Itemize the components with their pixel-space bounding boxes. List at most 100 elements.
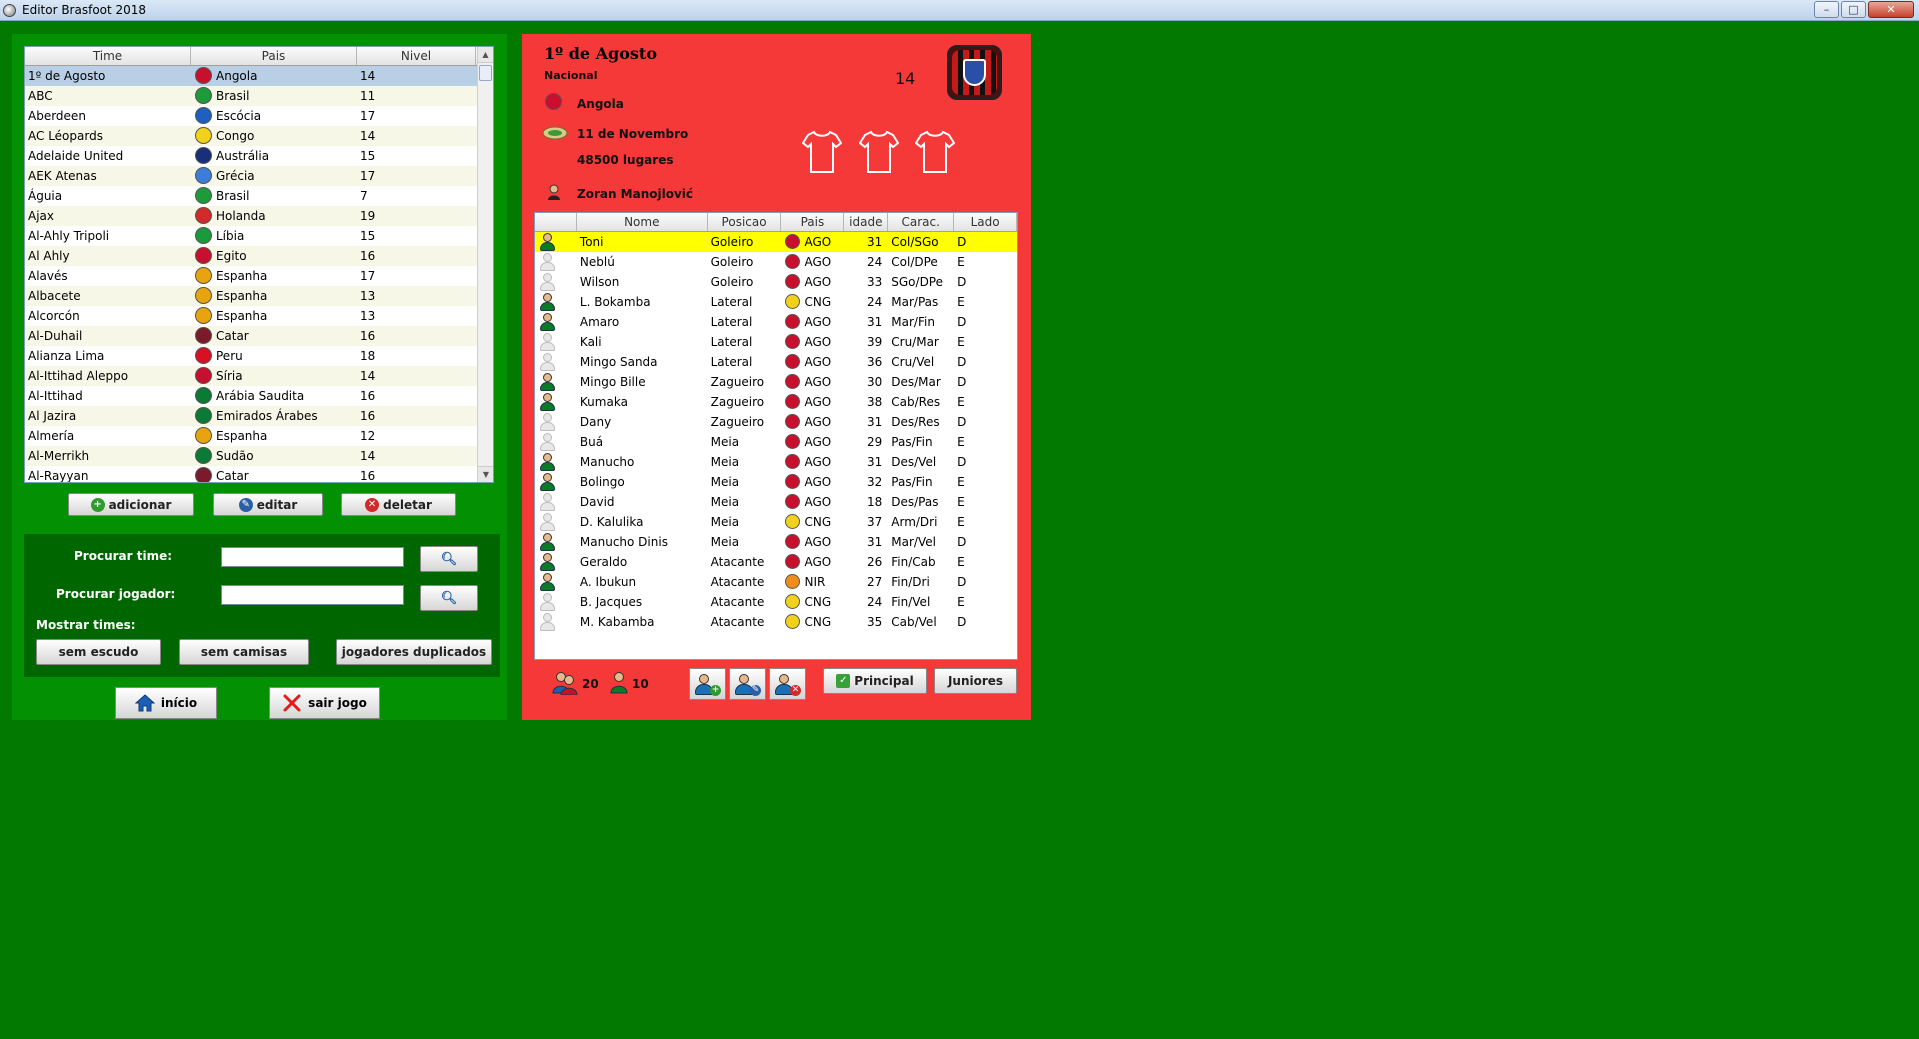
delete-player-button[interactable]: ✕ [769,668,806,700]
table-row[interactable]: Alianza Lima Peru 18 [25,346,493,366]
table-row[interactable]: Toni Goleiro AGO 31 Col/SGo D [535,232,1017,252]
reserve-player-icon[interactable] [535,412,577,432]
table-row[interactable]: Al-Ittihad Aleppo Síria 14 [25,366,493,386]
table-row[interactable]: Adelaide United Austrália 15 [25,146,493,166]
table-row[interactable]: AC Léopards Congo 14 [25,126,493,146]
column-header-nivel[interactable]: Nivel [357,47,476,65]
reserve-player-icon[interactable] [535,512,577,532]
table-row[interactable]: Wilson Goleiro AGO 33 SGo/DPe D [535,272,1017,292]
column-header-time[interactable]: Time [25,47,191,65]
tab-principal[interactable]: ✓ Principal [823,668,927,694]
players-table[interactable]: Nome Posicao Pais idade Carac. Lado Toni… [534,212,1018,660]
table-row[interactable]: Alcorcón Espanha 13 [25,306,493,326]
table-row[interactable]: Buá Meia AGO 29 Pas/Fin E [535,432,1017,452]
reserve-player-icon[interactable] [535,432,577,452]
reserve-player-icon[interactable] [535,592,577,612]
tab-juniores[interactable]: Juniores [934,668,1017,694]
minimize-button[interactable]: – [1814,1,1839,18]
close-button[interactable]: ✕ [1868,1,1914,18]
table-row[interactable]: Alavés Espanha 17 [25,266,493,286]
table-row[interactable]: Albacete Espanha 13 [25,286,493,306]
table-row[interactable]: Aberdeen Escócia 17 [25,106,493,126]
table-row[interactable]: Mingo Bille Zagueiro AGO 30 Des/Mar D [535,372,1017,392]
table-row[interactable]: B. Jacques Atacante CNG 24 Fin/Vel E [535,592,1017,612]
starter-player-icon[interactable] [535,452,577,472]
table-row[interactable]: 1º de Agosto Angola 14 [25,66,493,86]
search-team-input[interactable] [221,547,404,567]
home-button[interactable]: início [115,687,217,719]
column-header-carac[interactable]: Carac. [888,213,955,231]
reserve-player-icon[interactable] [535,272,577,292]
starter-player-icon[interactable] [535,472,577,492]
duplicate-players-button[interactable]: jogadores duplicados [336,639,492,665]
search-player-button[interactable]: 🔍︎ [420,585,478,611]
starter-player-icon[interactable] [535,572,577,592]
starter-player-icon[interactable] [535,392,577,412]
table-row[interactable]: AEK Atenas Grécia 17 [25,166,493,186]
column-header-lado[interactable]: Lado [954,213,1017,231]
search-player-input[interactable] [221,585,404,605]
table-row[interactable]: L. Bokamba Lateral CNG 24 Mar/Pas E [535,292,1017,312]
table-row[interactable]: David Meia AGO 18 Des/Pas E [535,492,1017,512]
table-row[interactable]: Almería Espanha 12 [25,426,493,446]
column-header-idade[interactable]: idade [844,213,889,231]
reserve-player-icon[interactable] [535,332,577,352]
starter-player-icon[interactable] [535,532,577,552]
delete-team-button[interactable]: ✕ deletar [341,493,456,516]
add-team-button[interactable]: + adicionar [68,493,194,516]
table-row[interactable]: Al Jazira Emirados Árabes 16 [25,406,493,426]
table-row[interactable]: Dany Zagueiro AGO 31 Des/Res D [535,412,1017,432]
starter-player-icon[interactable] [535,312,577,332]
column-header-pais[interactable]: Pais [191,47,357,65]
add-player-button[interactable]: + [689,668,726,700]
table-row[interactable]: Mingo Sanda Lateral AGO 36 Cru/Vel D [535,352,1017,372]
table-row[interactable]: Geraldo Atacante AGO 26 Fin/Cab E [535,552,1017,572]
scroll-down-arrow-icon[interactable]: ▼ [478,466,493,482]
away-shirt-icon[interactable] [859,129,899,175]
column-header-nome[interactable]: Nome [577,213,708,231]
table-row[interactable]: Al-Rayyan Catar 16 [25,466,493,482]
scroll-up-arrow-icon[interactable]: ▲ [478,47,493,63]
reserve-player-icon[interactable] [535,612,577,632]
scroll-thumb[interactable] [479,65,492,81]
table-row[interactable]: Al-Ahly Tripoli Líbia 15 [25,226,493,246]
home-shirt-icon[interactable] [802,129,842,175]
no-crest-button[interactable]: sem escudo [36,639,161,665]
table-row[interactable]: A. Ibukun Atacante NIR 27 Fin/Dri D [535,572,1017,592]
starter-player-icon[interactable] [535,552,577,572]
table-row[interactable]: Amaro Lateral AGO 31 Mar/Fin D [535,312,1017,332]
table-row[interactable]: D. Kalulika Meia CNG 37 Arm/Dri E [535,512,1017,532]
no-shirts-button[interactable]: sem camisas [179,639,309,665]
reserve-player-icon[interactable] [535,252,577,272]
team-name-cell: Al-Ittihad [28,389,83,403]
edit-team-button[interactable]: ✎ editar [213,493,323,516]
reserve-player-icon[interactable] [535,492,577,512]
starter-player-icon[interactable] [535,232,577,252]
table-row[interactable]: Al-Merrikh Sudão 14 [25,446,493,466]
table-row[interactable]: Al Ahly Egito 16 [25,246,493,266]
search-team-button[interactable]: 🔍︎ [420,546,478,572]
third-shirt-icon[interactable] [915,129,955,175]
table-row[interactable]: Al-Duhail Catar 16 [25,326,493,346]
table-row[interactable]: Neblú Goleiro AGO 24 Col/DPe E [535,252,1017,272]
edit-player-button[interactable]: ✎ [729,668,766,700]
quit-game-button[interactable]: sair jogo [269,687,380,719]
maximize-button[interactable]: □ [1841,1,1866,18]
column-header-pais[interactable]: Pais [781,213,845,231]
table-row[interactable]: Águia Brasil 7 [25,186,493,206]
table-row[interactable]: M. Kabamba Atacante CNG 35 Cab/Vel D [535,612,1017,632]
table-row[interactable]: Al-Ittihad Arábia Saudita 16 [25,386,493,406]
table-row[interactable]: Manucho Dinis Meia AGO 31 Mar/Vel D [535,532,1017,552]
table-row[interactable]: Kali Lateral AGO 39 Cru/Mar E [535,332,1017,352]
table-row[interactable]: ABC Brasil 11 [25,86,493,106]
table-row[interactable]: Kumaka Zagueiro AGO 38 Cab/Res E [535,392,1017,412]
starter-player-icon[interactable] [535,292,577,312]
table-row[interactable]: Bolingo Meia AGO 32 Pas/Fin E [535,472,1017,492]
starter-player-icon[interactable] [535,372,577,392]
teams-table-scrollbar[interactable]: ▲ ▼ [477,47,493,482]
reserve-player-icon[interactable] [535,352,577,372]
table-row[interactable]: Ajax Holanda 19 [25,206,493,226]
teams-table[interactable]: Time Pais Nivel 1º de Agosto Angola 14 ABC B… [24,46,494,483]
table-row[interactable]: Manucho Meia AGO 31 Des/Vel D [535,452,1017,472]
column-header-posicao[interactable]: Posicao [708,213,782,231]
